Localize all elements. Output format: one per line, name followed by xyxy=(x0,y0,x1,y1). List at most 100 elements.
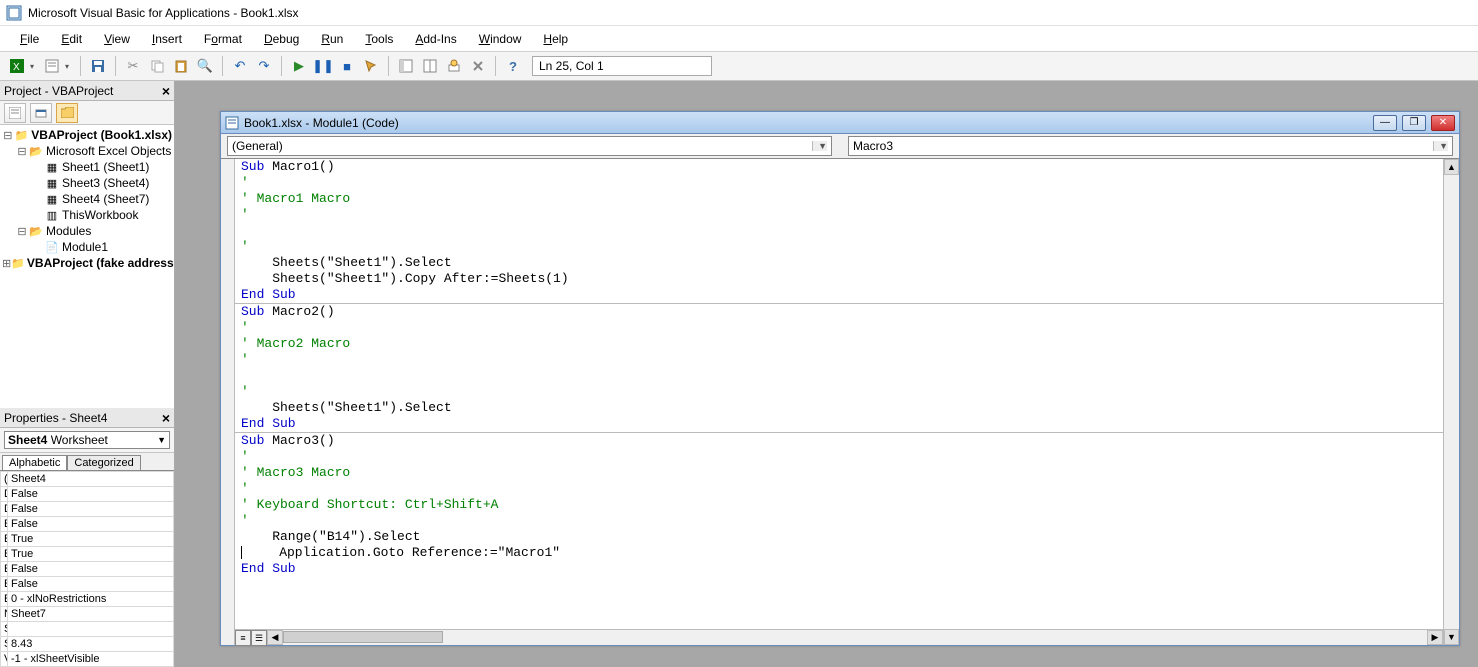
tree-sheet[interactable]: Sheet3 (Sheet4) xyxy=(62,176,149,190)
property-row[interactable]: EnablePivotTableFalse xyxy=(1,577,174,592)
code-text[interactable]: Sub Macro2() ' ' Macro2 Macro ' ' Sheets… xyxy=(235,304,1443,432)
menu-window[interactable]: Window xyxy=(469,29,532,49)
property-row[interactable]: (Name)Sheet4 xyxy=(1,472,174,487)
redo-icon[interactable]: ↷ xyxy=(253,55,275,77)
object-combo[interactable]: (General) ▼ xyxy=(227,136,832,156)
tree-sheet[interactable]: Sheet4 (Sheet7) xyxy=(62,192,149,206)
property-value[interactable]: 8.43 xyxy=(8,637,174,652)
full-module-view-icon[interactable]: ☰ xyxy=(251,630,267,646)
property-value[interactable]: False xyxy=(8,502,174,517)
reset-icon[interactable]: ■ xyxy=(336,55,358,77)
property-row[interactable]: StandardWidth8.43 xyxy=(1,637,174,652)
view-object-icon[interactable] xyxy=(30,103,52,123)
code-margin[interactable] xyxy=(221,159,235,645)
scroll-down-icon[interactable]: ▼ xyxy=(1444,629,1459,645)
view-excel-dropdown[interactable]: ▾ xyxy=(30,62,39,71)
cut-icon[interactable]: ✂ xyxy=(122,55,144,77)
property-row[interactable]: ScrollArea xyxy=(1,622,174,637)
tree-vbaproject-1[interactable]: VBAProject (Book1.xlsx) xyxy=(31,128,172,142)
sheet-icon: ▦ xyxy=(44,176,60,190)
code-editor[interactable]: Sub Macro1() ' ' Macro1 Macro ' ' Sheets… xyxy=(235,159,1443,629)
properties-panel-close-icon[interactable]: × xyxy=(162,410,170,426)
menu-view[interactable]: View xyxy=(94,29,140,49)
tab-alphabetic[interactable]: Alphabetic xyxy=(2,455,67,470)
vertical-scrollbar[interactable]: ▲ ▼ xyxy=(1443,159,1459,645)
insert-module-dropdown[interactable]: ▾ xyxy=(65,62,74,71)
procedure-view-icon[interactable]: ≡ xyxy=(235,630,251,646)
menu-help[interactable]: Help xyxy=(533,29,578,49)
tree-modules[interactable]: Modules xyxy=(46,224,91,238)
design-mode-icon[interactable] xyxy=(360,55,382,77)
maximize-button[interactable]: ❐ xyxy=(1402,115,1426,131)
menu-tools[interactable]: Tools xyxy=(355,29,403,49)
view-excel-icon[interactable]: X xyxy=(6,55,28,77)
scroll-left-icon[interactable]: ◀ xyxy=(267,630,283,645)
paste-icon[interactable] xyxy=(170,55,192,77)
hscroll-thumb[interactable] xyxy=(283,631,443,643)
toggle-folders-icon[interactable] xyxy=(56,103,78,123)
property-value[interactable]: -1 - xlSheetVisible xyxy=(8,652,174,667)
run-icon[interactable]: ▶ xyxy=(288,55,310,77)
property-value[interactable]: False xyxy=(8,577,174,592)
property-value[interactable] xyxy=(8,622,174,637)
property-row[interactable]: EnableFormatConditionsCalculationTrue xyxy=(1,547,174,562)
procedure-combo[interactable]: Macro3 ▼ xyxy=(848,136,1453,156)
property-value[interactable]: False xyxy=(8,517,174,532)
properties-grid[interactable]: (Name)Sheet4DisplayPageBreaksFalseDispla… xyxy=(0,471,174,667)
tree-vbaproject-2[interactable]: VBAProject (fake address xyxy=(27,256,174,270)
property-name: DisplayPageBreaks xyxy=(1,487,8,502)
property-row[interactable]: DisplayRightToLeftFalse xyxy=(1,502,174,517)
project-explorer-icon[interactable] xyxy=(395,55,417,77)
properties-object-select[interactable]: Sheet4 Worksheet ▼ xyxy=(4,431,170,449)
tree-module1[interactable]: Module1 xyxy=(62,240,108,254)
property-value[interactable]: Sheet7 xyxy=(8,607,174,622)
code-window-titlebar[interactable]: Book1.xlsx - Module1 (Code) — ❐ ✕ xyxy=(221,112,1459,134)
tree-sheet[interactable]: Sheet1 (Sheet1) xyxy=(62,160,149,174)
property-row[interactable]: EnableAutoFilterFalse xyxy=(1,517,174,532)
toolbox-icon[interactable] xyxy=(467,55,489,77)
property-value[interactable]: True xyxy=(8,547,174,562)
property-value[interactable]: False xyxy=(8,562,174,577)
break-icon[interactable]: ❚❚ xyxy=(312,55,334,77)
code-text[interactable]: Sub Macro1() ' ' Macro1 Macro ' ' Sheets… xyxy=(235,159,1443,303)
code-text[interactable]: Sub Macro3() ' ' Macro3 Macro ' ' Keyboa… xyxy=(235,433,1443,577)
property-row[interactable]: Visible-1 - xlSheetVisible xyxy=(1,652,174,667)
property-row[interactable]: DisplayPageBreaksFalse xyxy=(1,487,174,502)
tree-excel-objects[interactable]: Microsoft Excel Objects xyxy=(46,144,171,158)
save-icon[interactable] xyxy=(87,55,109,77)
chevron-down-icon: ▼ xyxy=(812,141,827,151)
insert-module-icon[interactable] xyxy=(41,55,63,77)
help-icon[interactable]: ? xyxy=(502,55,524,77)
tree-this-workbook[interactable]: ThisWorkbook xyxy=(62,208,138,222)
horizontal-scrollbar[interactable]: ≡ ☰ ◀ ▶ xyxy=(235,629,1443,645)
property-row[interactable]: NameSheet7 xyxy=(1,607,174,622)
copy-icon[interactable] xyxy=(146,55,168,77)
minimize-button[interactable]: — xyxy=(1373,115,1397,131)
menu-format[interactable]: Format xyxy=(194,29,252,49)
menu-addins[interactable]: Add-Ins xyxy=(405,29,466,49)
cursor-position-box: Ln 25, Col 1 xyxy=(532,56,712,76)
properties-window-icon[interactable] xyxy=(419,55,441,77)
property-value[interactable]: 0 - xlNoRestrictions xyxy=(8,592,174,607)
menu-file[interactable]: File xyxy=(10,29,49,49)
undo-icon[interactable]: ↶ xyxy=(229,55,251,77)
menu-debug[interactable]: Debug xyxy=(254,29,309,49)
property-row[interactable]: EnableSelection0 - xlNoRestrictions xyxy=(1,592,174,607)
scroll-right-icon[interactable]: ▶ xyxy=(1427,630,1443,645)
project-panel-close-icon[interactable]: × xyxy=(162,83,170,99)
property-value[interactable]: Sheet4 xyxy=(8,472,174,487)
close-button[interactable]: ✕ xyxy=(1431,115,1455,131)
scroll-up-icon[interactable]: ▲ xyxy=(1444,159,1459,175)
view-code-icon[interactable] xyxy=(4,103,26,123)
property-value[interactable]: False xyxy=(8,487,174,502)
property-row[interactable]: EnableOutliningFalse xyxy=(1,562,174,577)
menu-insert[interactable]: Insert xyxy=(142,29,192,49)
project-tree[interactable]: ⊟📁VBAProject (Book1.xlsx) ⊟📂Microsoft Ex… xyxy=(0,125,174,408)
tab-categorized[interactable]: Categorized xyxy=(67,455,140,470)
object-browser-icon[interactable] xyxy=(443,55,465,77)
menu-run[interactable]: Run xyxy=(311,29,353,49)
property-value[interactable]: True xyxy=(8,532,174,547)
property-row[interactable]: EnableCalculationTrue xyxy=(1,532,174,547)
find-icon[interactable]: 🔍 xyxy=(194,55,216,77)
menu-edit[interactable]: Edit xyxy=(51,29,92,49)
